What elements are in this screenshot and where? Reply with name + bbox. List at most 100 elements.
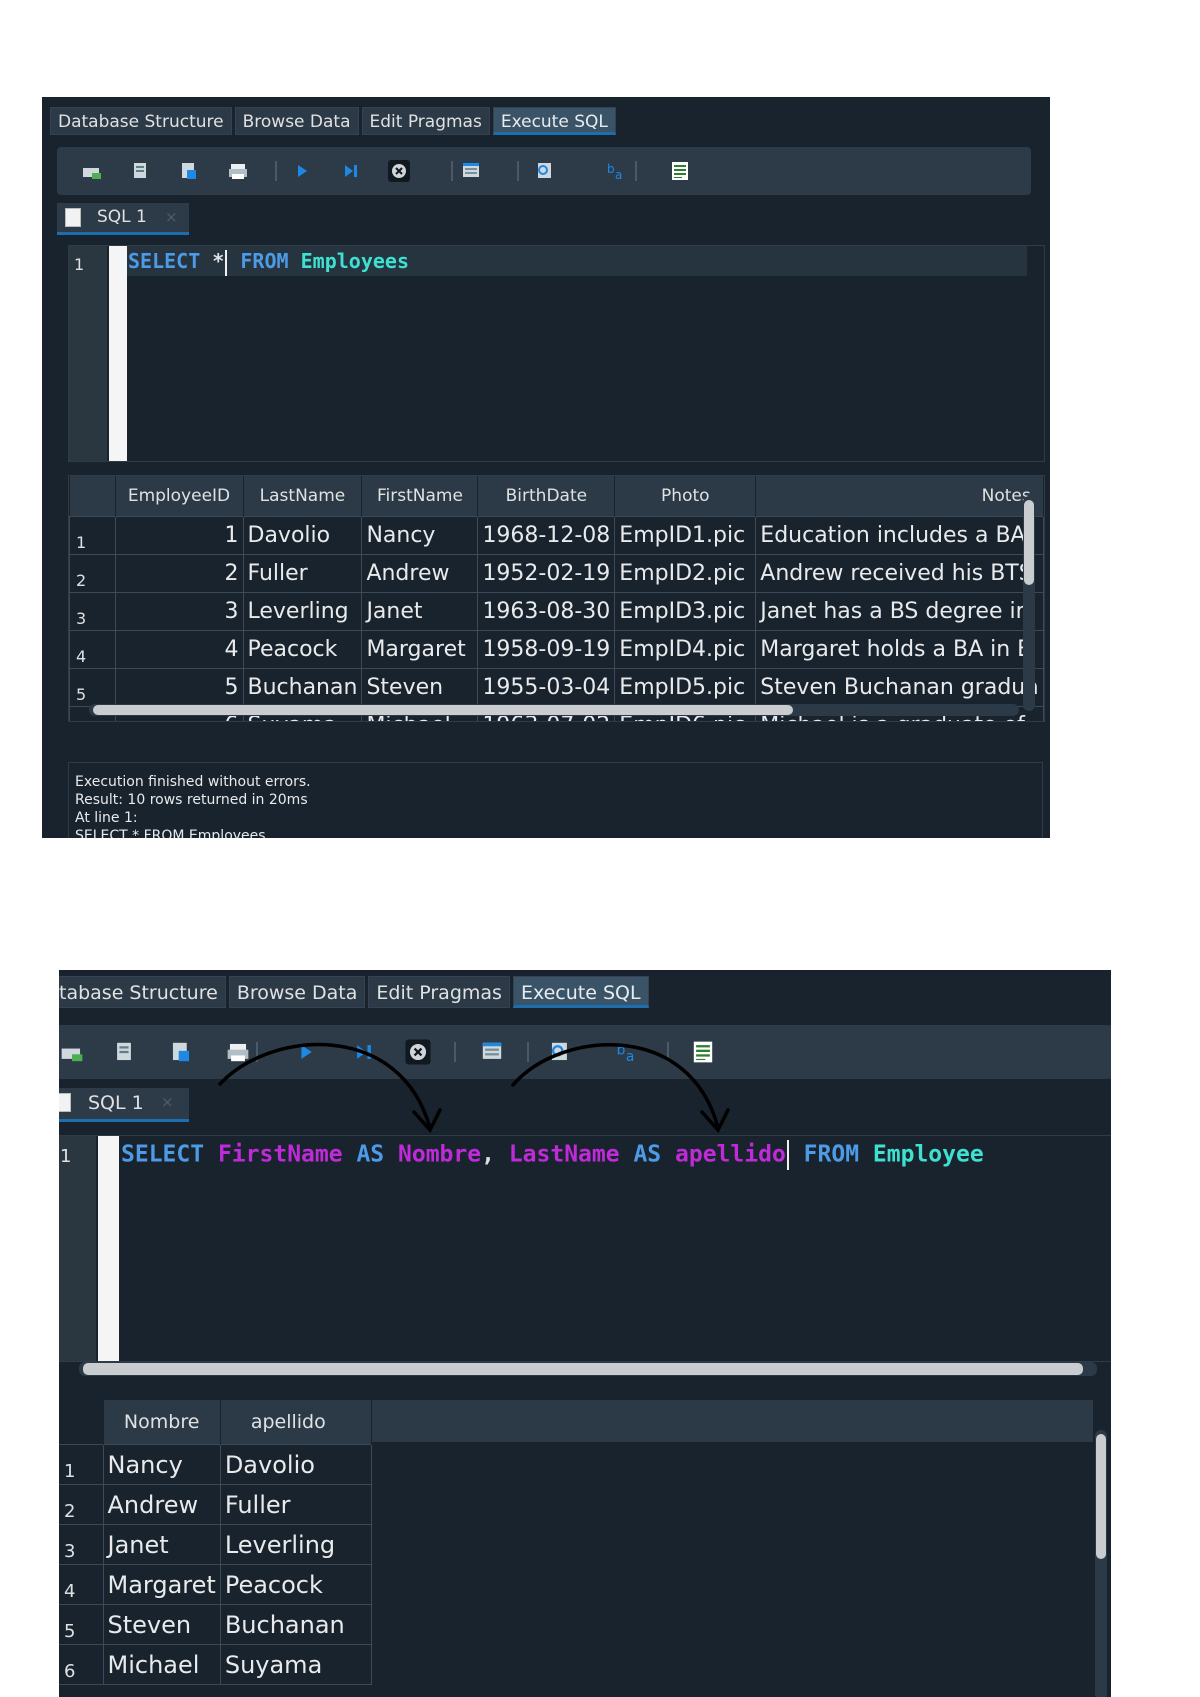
- execute-line-icon[interactable]: [351, 1039, 376, 1064]
- column-header[interactable]: EmployeeID: [115, 476, 244, 517]
- find-replace-icon[interactable]: ba: [605, 160, 627, 182]
- table-cell[interactable]: Fuller: [219, 1484, 372, 1525]
- table-cell[interactable]: Steven Buchanan gradua: [755, 668, 1044, 707]
- table-cell[interactable]: 1: [114, 516, 244, 555]
- table-cell[interactable]: Michael: [102, 1644, 221, 1685]
- find-replace-icon[interactable]: ba: [614, 1039, 639, 1065]
- tab-edit-pragmas[interactable]: Edit Pragmas: [361, 107, 490, 135]
- table-cell[interactable]: Leverling: [242, 592, 363, 631]
- table-cell[interactable]: Janet: [361, 592, 479, 631]
- tab-database-structure[interactable]: tabase Structure: [59, 976, 226, 1008]
- table-cell[interactable]: EmpID3.pic: [614, 592, 757, 631]
- column-header[interactable]: BirthDate: [477, 476, 616, 517]
- results-grid[interactable]: Nombre apellido 1 Nancy Davolio 2 Andrew Full…: [59, 1400, 1111, 1697]
- print-icon[interactable]: [227, 160, 249, 182]
- column-header[interactable]: Notes: [755, 476, 1044, 517]
- table-cell[interactable]: 5: [114, 668, 244, 707]
- sql-editor[interactable]: 1 SELECT * FROM Employees: [68, 245, 1045, 462]
- comment-icon[interactable]: [669, 160, 691, 182]
- scrollbar-thumb[interactable]: [1096, 1434, 1106, 1559]
- table-cell[interactable]: Margaret: [102, 1564, 221, 1605]
- table-cell[interactable]: 1952-02-19: [477, 554, 616, 593]
- column-header[interactable]: FirstName: [361, 476, 479, 517]
- execute-all-icon[interactable]: [291, 160, 313, 182]
- table-row[interactable]: 6 Michael Suyama: [59, 1644, 372, 1685]
- open-tab-icon[interactable]: [59, 1039, 84, 1064]
- table-cell[interactable]: Andrew: [102, 1484, 221, 1525]
- open-sql-file-icon[interactable]: [129, 160, 151, 182]
- table-cell[interactable]: Nancy: [102, 1444, 221, 1485]
- table-cell[interactable]: 4: [114, 630, 244, 669]
- table-cell[interactable]: EmpID4.pic: [614, 630, 757, 669]
- table-cell[interactable]: Leverling: [219, 1524, 372, 1565]
- editor-horizontal-scrollbar[interactable]: [79, 1362, 1097, 1376]
- table-row[interactable]: 2 2 Fuller Andrew 1952-02-19 EmpID2.pic Andrew…: [69, 554, 1044, 593]
- table-cell[interactable]: Suyama: [219, 1644, 372, 1685]
- table-cell[interactable]: Peacock: [242, 630, 363, 669]
- execute-line-icon[interactable]: [340, 160, 362, 182]
- table-cell[interactable]: Fuller: [242, 554, 363, 593]
- column-header[interactable]: apellido: [220, 1400, 372, 1445]
- table-cell[interactable]: Davolio: [242, 516, 363, 555]
- column-header[interactable]: Photo: [614, 476, 757, 517]
- table-cell[interactable]: Margaret holds a BA in E: [755, 630, 1044, 669]
- table-cell[interactable]: EmpID2.pic: [614, 554, 757, 593]
- close-tab-icon[interactable]: ×: [165, 208, 178, 226]
- tab-execute-sql[interactable]: Execute SQL: [512, 976, 649, 1008]
- table-cell[interactable]: Janet has a BS degree in: [755, 592, 1044, 631]
- table-row[interactable]: 1 1 Davolio Nancy 1968-12-08 EmpID1.pic Educat…: [69, 516, 1044, 555]
- table-cell[interactable]: Education includes a BA: [755, 516, 1044, 555]
- table-cell[interactable]: 1955-03-04: [477, 668, 616, 707]
- table-cell[interactable]: Janet: [102, 1524, 221, 1565]
- tab-browse-data[interactable]: Browse Data: [234, 107, 359, 135]
- table-cell[interactable]: Buchanan: [242, 668, 363, 707]
- table-cell[interactable]: 2: [114, 554, 244, 593]
- table-cell[interactable]: Margaret: [361, 630, 479, 669]
- table-cell[interactable]: Peacock: [219, 1564, 372, 1605]
- table-cell[interactable]: EmpID5.pic: [614, 668, 757, 707]
- table-cell[interactable]: Andrew received his BTS: [755, 554, 1044, 593]
- table-row[interactable]: 3 Janet Leverling: [59, 1524, 372, 1565]
- sql-editor-tab[interactable]: SQL 1 ×: [59, 1088, 189, 1122]
- sql-editor[interactable]: 1 SELECT FirstName AS Nombre, LastName A…: [59, 1135, 1111, 1362]
- execute-all-icon[interactable]: [293, 1039, 318, 1064]
- save-sql-file-icon[interactable]: [178, 160, 200, 182]
- table-row[interactable]: 4 Margaret Peacock: [59, 1564, 372, 1605]
- table-cell[interactable]: Steven: [102, 1604, 221, 1645]
- table-cell[interactable]: Andrew: [361, 554, 479, 593]
- open-tab-icon[interactable]: [81, 160, 103, 182]
- scrollbar-thumb[interactable]: [83, 1363, 1083, 1375]
- table-row[interactable]: 1 Nancy Davolio: [59, 1444, 372, 1485]
- tab-edit-pragmas[interactable]: Edit Pragmas: [368, 976, 510, 1008]
- scrollbar-thumb[interactable]: [93, 705, 793, 715]
- tab-execute-sql[interactable]: Execute SQL: [492, 107, 616, 135]
- column-header[interactable]: Nombre: [103, 1400, 221, 1445]
- table-cell[interactable]: 3: [114, 592, 244, 631]
- table-cell[interactable]: Steven: [361, 668, 479, 707]
- table-row[interactable]: 4 4 Peacock Margaret 1958-09-19 EmpID4.pic Mar…: [69, 630, 1044, 669]
- scrollbar-thumb[interactable]: [1024, 500, 1034, 585]
- save-sql-file-icon[interactable]: [168, 1039, 193, 1064]
- tab-database-structure[interactable]: Database Structure: [50, 107, 232, 135]
- find-icon[interactable]: [547, 1039, 572, 1064]
- close-tab-icon[interactable]: ×: [161, 1093, 174, 1111]
- results-vertical-scrollbar[interactable]: [1023, 496, 1035, 711]
- table-row[interactable]: 3 3 Leverling Janet 1963-08-30 EmpID3.pic Jane…: [69, 592, 1044, 631]
- table-row[interactable]: 5 Steven Buchanan: [59, 1604, 372, 1645]
- comment-icon[interactable]: [690, 1039, 715, 1064]
- table-cell[interactable]: Buchanan: [219, 1604, 372, 1645]
- results-horizontal-scrollbar[interactable]: [89, 704, 1019, 716]
- table-cell[interactable]: 1968-12-08: [477, 516, 616, 555]
- find-icon[interactable]: [534, 160, 556, 182]
- save-results-icon[interactable]: [460, 160, 482, 182]
- table-row[interactable]: 2 Andrew Fuller: [59, 1484, 372, 1525]
- table-cell[interactable]: 1958-09-19: [477, 630, 616, 669]
- open-sql-file-icon[interactable]: [111, 1039, 136, 1064]
- table-cell[interactable]: 1963-08-30: [477, 592, 616, 631]
- results-grid[interactable]: EmployeeID LastName FirstName BirthDate …: [68, 475, 1045, 722]
- stop-icon[interactable]: [405, 1039, 431, 1065]
- tab-browse-data[interactable]: Browse Data: [228, 976, 366, 1008]
- column-header[interactable]: LastName: [243, 476, 363, 517]
- save-results-icon[interactable]: [479, 1039, 504, 1064]
- table-cell[interactable]: Davolio: [219, 1444, 372, 1485]
